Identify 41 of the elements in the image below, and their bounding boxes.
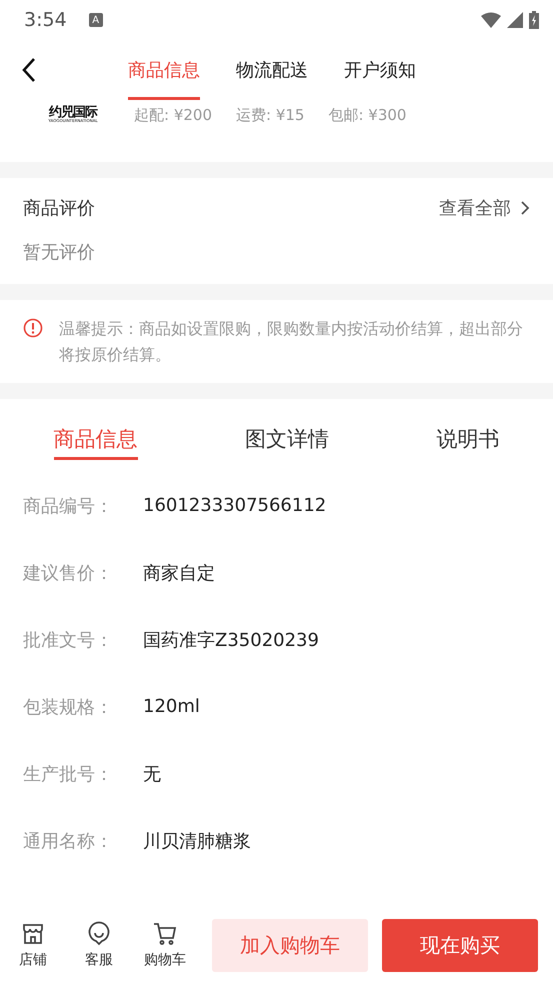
header-tab[interactable]: 开户须知 <box>344 43 416 100</box>
chevron-icon <box>521 201 530 215</box>
spec-label: 通用名称： <box>23 830 114 852</box>
reviews-title: 商品评价 <box>23 197 95 220</box>
shipping-term: 包邮: ¥300 <box>328 106 406 124</box>
back-icon[interactable] <box>20 57 38 83</box>
spec-value: 川贝清肺糖浆 <box>143 830 251 852</box>
spec-label: 建议售价： <box>23 562 114 584</box>
wifi-icon <box>481 12 501 28</box>
header-tab[interactable]: 商品信息 <box>128 43 200 100</box>
signal-icon <box>507 12 523 28</box>
spec-label: 批准文号： <box>23 628 114 652</box>
shipping-term: 起配: ¥200 <box>134 106 212 124</box>
warning-icon <box>23 318 43 338</box>
view-all-link[interactable]: 查看全部 <box>439 196 530 220</box>
spec-value: 国药准字Z35020239 <box>143 628 319 652</box>
status-time: 3:54 <box>24 9 67 31</box>
spec-value: 120ml <box>143 696 200 717</box>
notice-text: 温馨提示：商品如设置限购，限购数量内按活动价结算，超出部分将按原价结算。 <box>59 318 524 366</box>
cart-icon <box>152 921 178 947</box>
no-reviews-text: 暂无评价 <box>23 241 96 264</box>
detail-tab[interactable]: 图文详情 <box>244 425 329 460</box>
store-icon <box>20 921 46 947</box>
battery-icon <box>529 11 539 29</box>
spec-label: 商品编号： <box>23 494 114 518</box>
spec-label: 包装规格： <box>23 696 114 718</box>
spec-value: 无 <box>143 762 161 786</box>
bottom-nav-item[interactable]: 店铺 <box>0 921 66 969</box>
detail-tab[interactable]: 商品信息 <box>54 425 138 460</box>
spec-value: 商家自定 <box>143 562 215 584</box>
shipping-term: 运费: ¥15 <box>236 106 304 124</box>
logo-name: 约兕国际 <box>49 106 97 120</box>
bottom-nav-item[interactable]: 客服 <box>66 921 132 969</box>
notification-badge: A <box>88 13 103 27</box>
spec-label: 生产批号： <box>23 762 114 786</box>
chat-smile-icon <box>86 921 112 947</box>
detail-tab[interactable]: 说明书 <box>436 425 500 460</box>
buy-now-button[interactable]: 现在购买 <box>382 918 538 972</box>
bottom-nav-item[interactable]: 购物车 <box>132 921 198 969</box>
header-tab[interactable]: 物流配送 <box>236 43 308 100</box>
spec-value: 1601233307566112 <box>143 495 326 516</box>
